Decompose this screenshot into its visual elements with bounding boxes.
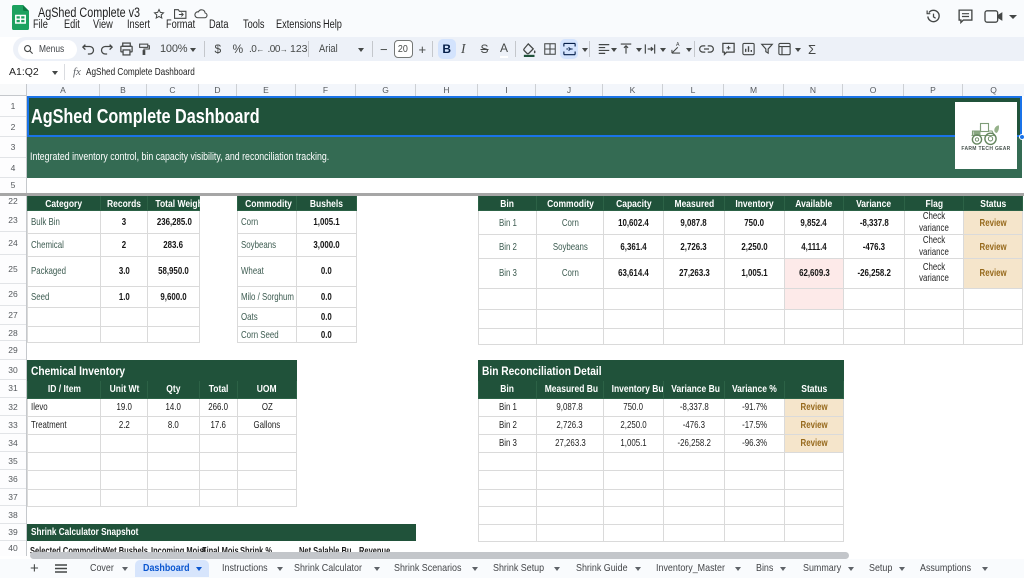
svg-text:A: A bbox=[676, 42, 680, 48]
